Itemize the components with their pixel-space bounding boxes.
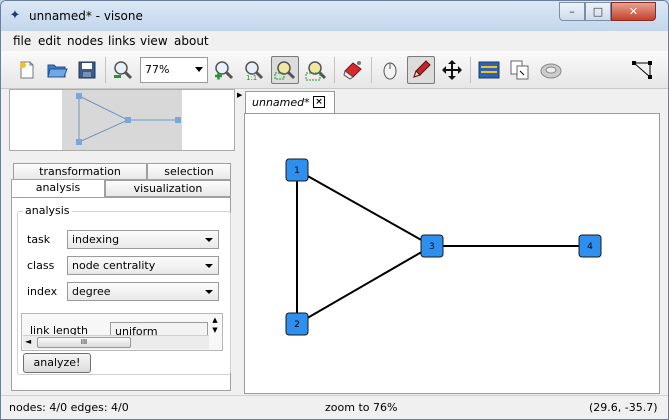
status-coordinates: (29.6, -35.7) bbox=[589, 401, 658, 414]
tab-visualization[interactable]: visualization bbox=[105, 180, 231, 197]
visone-app-icon: ✦ bbox=[9, 8, 21, 23]
scroll-left-icon[interactable]: ◄ bbox=[25, 337, 31, 346]
status-counts: nodes: 4/0 edges: 4/0 bbox=[9, 401, 129, 414]
task-label: task bbox=[27, 233, 51, 246]
analysis-group-title: analysis bbox=[23, 204, 72, 217]
zoom-out-icon[interactable] bbox=[109, 56, 137, 84]
eraser-icon[interactable] bbox=[339, 56, 367, 84]
analyze-button[interactable]: analyze! bbox=[23, 353, 91, 373]
close-icon[interactable]: × bbox=[313, 96, 325, 108]
chevron-down-icon bbox=[205, 264, 213, 268]
status-zoom: zoom to 76% bbox=[325, 401, 398, 414]
open-folder-icon[interactable] bbox=[43, 56, 71, 84]
class-label: class bbox=[27, 259, 55, 272]
tab-selection[interactable]: selection bbox=[147, 163, 231, 180]
scroll-up-icon[interactable]: ▲ bbox=[209, 315, 221, 325]
task-select[interactable]: indexing bbox=[67, 230, 219, 249]
layout-panel-icon[interactable] bbox=[475, 56, 503, 84]
graph-edge-2-3[interactable] bbox=[296, 245, 433, 325]
chevron-down-icon bbox=[205, 290, 213, 294]
class-value: node centrality bbox=[72, 259, 156, 272]
app-window: ✦ unnamed* - visone – □ ✕ file edit node… bbox=[0, 0, 669, 420]
overview-graph bbox=[76, 93, 181, 145]
window-title: unnamed* - visone bbox=[29, 9, 143, 23]
zoom-level-select[interactable]: 77% bbox=[140, 57, 208, 83]
index-label: index bbox=[27, 285, 58, 298]
zoom-fit-icon[interactable]: 1:1 bbox=[240, 56, 268, 84]
document-tab-title: unnamed* bbox=[252, 96, 310, 109]
overview-viewport[interactable] bbox=[62, 90, 182, 150]
new-document-icon[interactable] bbox=[13, 56, 41, 84]
scrollbar-thumb[interactable]: III bbox=[37, 337, 131, 348]
task-value: indexing bbox=[72, 233, 120, 246]
overview-panel[interactable] bbox=[9, 89, 235, 151]
horizontal-scrollbar[interactable]: ◄ III bbox=[23, 335, 209, 349]
graph-node-label-4: 4 bbox=[587, 242, 593, 252]
copy-nodes-icon[interactable] bbox=[506, 56, 534, 84]
move-arrows-icon[interactable] bbox=[438, 56, 466, 84]
network-view-icon[interactable] bbox=[537, 56, 565, 84]
toolbar-separator bbox=[371, 57, 372, 83]
mouse-select-icon[interactable] bbox=[376, 56, 404, 84]
menu-about[interactable]: about bbox=[174, 34, 209, 48]
menu-links[interactable]: links bbox=[108, 34, 135, 48]
index-value: degree bbox=[72, 285, 111, 298]
graph-canvas[interactable]: 1 2 3 4 bbox=[244, 113, 660, 394]
panel-splitter[interactable]: ▶ bbox=[235, 89, 243, 395]
toolbar: 77% 1:1 bbox=[1, 51, 668, 89]
toolbar-separator bbox=[334, 57, 335, 83]
menu-view[interactable]: view bbox=[140, 34, 168, 48]
save-disk-icon[interactable] bbox=[73, 56, 101, 84]
vertical-scrollbar[interactable]: ▲ ▼ bbox=[209, 315, 221, 335]
menu-file[interactable]: file bbox=[13, 34, 31, 48]
zoom-selection-icon[interactable] bbox=[271, 56, 299, 84]
document-tab[interactable]: unnamed* × bbox=[245, 91, 335, 113]
network-triangle-icon[interactable] bbox=[628, 56, 656, 84]
menu-bar: file edit nodes links view about bbox=[1, 31, 668, 51]
close-button[interactable]: ✕ bbox=[611, 2, 656, 21]
status-bar: nodes: 4/0 edges: 4/0 zoom to 76% (29.6,… bbox=[1, 395, 668, 419]
title-bar: ✦ unnamed* - visone – □ ✕ bbox=[1, 1, 668, 31]
menu-edit[interactable]: edit bbox=[38, 34, 61, 48]
maximize-button[interactable]: □ bbox=[585, 2, 611, 21]
svg-text:1:1: 1:1 bbox=[246, 74, 257, 81]
toolbar-separator bbox=[105, 57, 106, 83]
tab-transformation[interactable]: transformation bbox=[13, 163, 147, 180]
chevron-down-icon bbox=[195, 67, 203, 72]
pencil-draw-icon[interactable] bbox=[407, 56, 435, 84]
tab-analysis[interactable]: analysis bbox=[11, 179, 105, 197]
zoom-level-value: 77% bbox=[145, 63, 170, 76]
graph-node-label-1: 1 bbox=[294, 166, 300, 176]
graph-node-label-2: 2 bbox=[294, 320, 300, 330]
zoom-in-icon[interactable] bbox=[210, 56, 238, 84]
toolbar-separator bbox=[470, 57, 471, 83]
class-select[interactable]: node centrality bbox=[67, 256, 219, 275]
graph-node-label-3: 3 bbox=[429, 242, 435, 252]
index-select[interactable]: degree bbox=[67, 282, 219, 301]
minimize-button[interactable]: – bbox=[559, 2, 585, 21]
collapse-arrow-icon[interactable]: ▶ bbox=[237, 91, 242, 99]
menu-nodes[interactable]: nodes bbox=[67, 34, 103, 48]
network-graph: 1 2 3 4 bbox=[285, 158, 602, 336]
chevron-down-icon bbox=[205, 238, 213, 242]
graph-edge-1-3[interactable] bbox=[296, 169, 433, 247]
scroll-down-icon[interactable]: ▼ bbox=[209, 325, 221, 335]
zoom-fit-all-icon[interactable] bbox=[302, 56, 330, 84]
